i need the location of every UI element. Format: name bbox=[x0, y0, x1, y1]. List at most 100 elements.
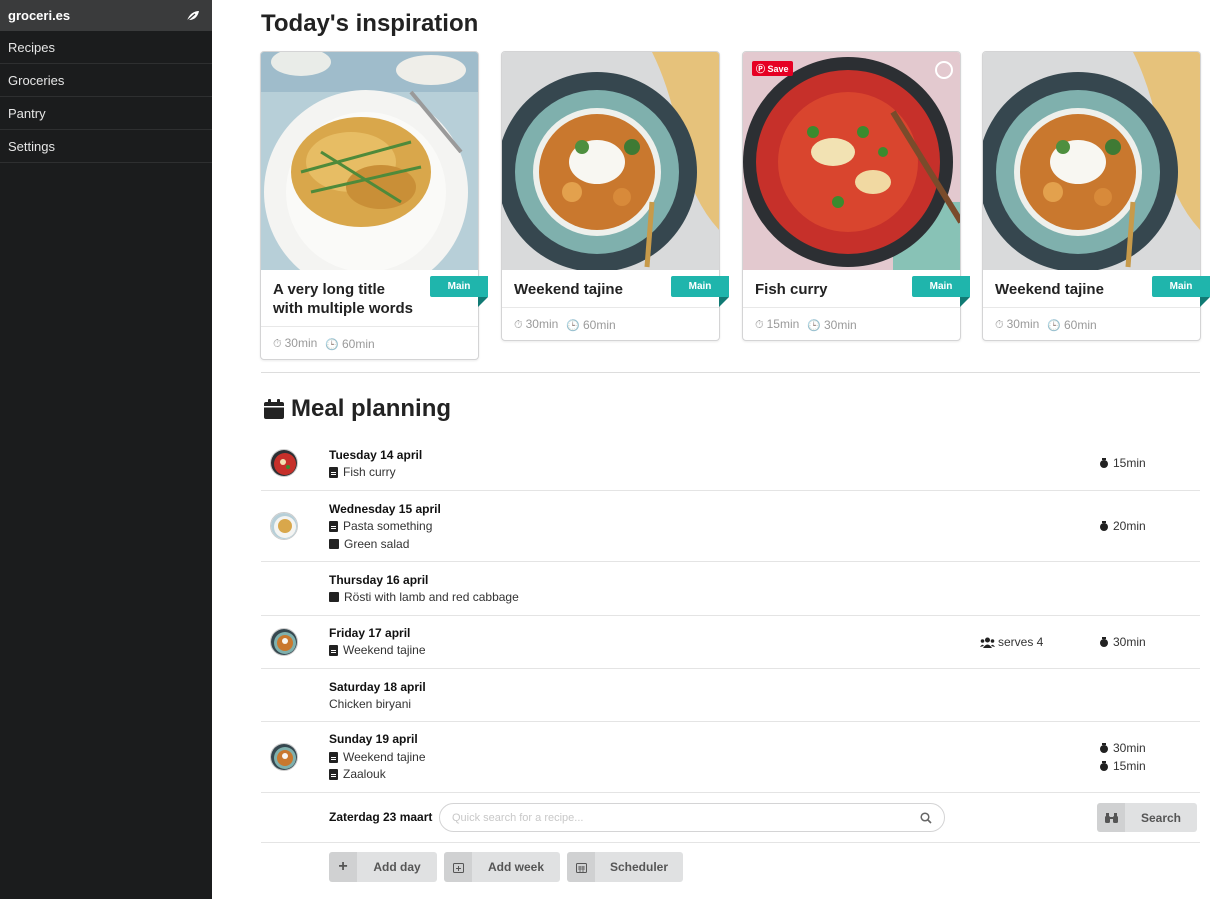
sidebar-item-label: Recipes bbox=[8, 39, 55, 55]
plan-dish[interactable]: Zaalouk bbox=[329, 767, 386, 781]
dish-name: Fish curry bbox=[343, 465, 396, 479]
plan-day: Sunday 19 april bbox=[329, 732, 418, 746]
plan-dish[interactable]: Weekend tajine bbox=[329, 643, 426, 657]
recipe-card[interactable]: A very long title with multiple words Ma… bbox=[260, 51, 488, 360]
dish-name: Zaalouk bbox=[343, 767, 386, 781]
recipe-image bbox=[983, 52, 1200, 270]
recipe-card[interactable]: Ⓟ Save Fish curry Main ⏱ 15min 🕒 30min bbox=[742, 51, 970, 341]
sidebar: groceri.es Recipes Groceries Pantry Sett… bbox=[0, 0, 212, 899]
clock-icon: 🕒 bbox=[807, 319, 821, 332]
users-icon bbox=[980, 637, 995, 648]
binoculars-icon bbox=[1097, 803, 1125, 832]
plan-dish[interactable]: Green salad bbox=[329, 537, 409, 551]
sidebar-item-label: Groceries bbox=[8, 72, 65, 88]
prep-time: 15min bbox=[766, 317, 800, 331]
recipe-card[interactable]: Weekend tajine Main ⏱ 30min 🕒 60min bbox=[501, 51, 729, 341]
time-value: 30min bbox=[1113, 741, 1146, 755]
recipe-doc-icon bbox=[329, 644, 338, 656]
stopwatch-icon bbox=[1099, 742, 1109, 754]
add-day-label: Add day bbox=[373, 860, 421, 874]
plan-day: Saturday 18 april bbox=[329, 680, 426, 694]
stopwatch-icon: ⏱ bbox=[514, 319, 523, 331]
meal-plan-row[interactable]: Tuesday 14 april Fish curry 15min bbox=[261, 437, 1200, 491]
course-ribbon: Main bbox=[671, 276, 729, 307]
brand[interactable]: groceri.es bbox=[0, 0, 212, 31]
recipe-doc-icon bbox=[329, 751, 338, 763]
meal-planning-title: Meal planning bbox=[291, 395, 452, 422]
sidebar-item-groceries[interactable]: Groceries bbox=[0, 64, 212, 97]
serves-value: serves 4 bbox=[998, 635, 1044, 649]
add-day-button[interactable]: + Add day bbox=[329, 852, 437, 882]
recipe-card-body: A very long title with multiple words Ma… bbox=[261, 270, 488, 327]
add-week-button[interactable]: Add week bbox=[444, 852, 560, 882]
visual-search-icon[interactable] bbox=[935, 61, 953, 79]
recipe-meta: ⏱ 15min 🕒 30min bbox=[743, 308, 960, 341]
sidebar-item-label: Settings bbox=[8, 138, 55, 154]
plan-dish[interactable]: Rösti with lamb and red cabbage bbox=[329, 590, 519, 604]
pinterest-save-button[interactable]: Ⓟ Save bbox=[752, 61, 793, 76]
recipe-meta: ⏱ 30min 🕒 60min bbox=[261, 327, 478, 360]
recipe-card-body: Weekend tajine Main bbox=[502, 270, 729, 308]
plan-day: Zaterdag 23 maart bbox=[329, 810, 433, 824]
scheduler-label: Scheduler bbox=[609, 860, 669, 874]
time-value: 30min bbox=[1113, 635, 1146, 649]
prep-time: 30min bbox=[525, 317, 559, 331]
dish-name: Pasta something bbox=[343, 519, 433, 533]
stopwatch-icon bbox=[1099, 760, 1109, 772]
leaf-icon bbox=[186, 10, 199, 21]
stopwatch-icon: ⏱ bbox=[273, 338, 282, 350]
sidebar-item-label: Pantry bbox=[8, 105, 46, 121]
plan-time: 30min bbox=[1099, 635, 1146, 649]
recipe-card-body: Weekend tajine Main bbox=[983, 270, 1210, 308]
clock-icon: 🕒 bbox=[566, 319, 580, 332]
section-divider bbox=[261, 372, 1200, 373]
prep-time: 30min bbox=[1006, 317, 1040, 331]
plus-icon: + bbox=[329, 852, 357, 882]
inspiration-cards: A very long title with multiple words Ma… bbox=[260, 51, 1210, 371]
plan-day: Tuesday 14 april bbox=[329, 448, 423, 462]
dish-name: Chicken biryani bbox=[329, 697, 412, 711]
meal-plan-row[interactable]: Saturday 18 april Chicken biryani bbox=[261, 669, 1200, 722]
calendar-icon bbox=[567, 852, 595, 882]
sidebar-item-settings[interactable]: Settings bbox=[0, 130, 212, 163]
recipe-thumbnail bbox=[270, 512, 298, 540]
plan-dish[interactable]: Weekend tajine bbox=[329, 750, 426, 764]
meal-plan-row[interactable]: Wednesday 15 april Pasta something Green… bbox=[261, 491, 1200, 562]
sidebar-item-pantry[interactable]: Pantry bbox=[0, 97, 212, 130]
stopwatch-icon bbox=[1099, 520, 1109, 532]
recipe-meta: ⏱ 30min 🕒 60min bbox=[983, 308, 1200, 341]
total-time: 60min bbox=[582, 317, 616, 332]
search-placeholder: Quick search for a recipe... bbox=[452, 811, 584, 824]
meal-plan-row[interactable]: Sunday 19 april Weekend tajine Zaalouk 3… bbox=[261, 722, 1200, 793]
plan-dish[interactable]: Chicken biryani bbox=[329, 697, 411, 711]
recipe-search-input[interactable]: Quick search for a recipe... bbox=[439, 803, 945, 832]
recipe-image: Ⓟ Save bbox=[743, 52, 960, 270]
search-icon bbox=[920, 811, 932, 824]
plan-time: 15min bbox=[1099, 759, 1146, 773]
recipe-card[interactable]: Weekend tajine Main ⏱ 30min 🕒 60min bbox=[982, 51, 1210, 341]
dish-name: Rösti with lamb and red cabbage bbox=[344, 590, 519, 604]
recipe-thumbnail bbox=[270, 449, 298, 477]
recipe-doc-icon bbox=[329, 768, 338, 780]
plan-dish[interactable]: Fish curry bbox=[329, 465, 396, 479]
meal-plan-row[interactable]: Thursday 16 april Rösti with lamb and re… bbox=[261, 562, 1200, 616]
recipe-image bbox=[261, 52, 478, 270]
total-time: 60min bbox=[341, 336, 375, 351]
scheduler-button[interactable]: Scheduler bbox=[567, 852, 683, 882]
search-button-label: Search bbox=[1140, 810, 1182, 825]
add-week-label: Add week bbox=[487, 860, 544, 874]
recipe-thumbnail bbox=[270, 628, 298, 656]
add-recipe-row: Zaterdag 23 maart Quick search for a rec… bbox=[261, 792, 1200, 843]
sidebar-item-recipes[interactable]: Recipes bbox=[0, 31, 212, 64]
dish-name: Weekend tajine bbox=[343, 643, 426, 657]
calendar-plus-icon bbox=[444, 852, 472, 882]
stopwatch-icon: ⏱ bbox=[755, 319, 764, 331]
meal-plan-row[interactable]: Friday 17 april Weekend tajine serves 4 … bbox=[261, 616, 1200, 669]
stopwatch-icon bbox=[1099, 636, 1109, 648]
plan-dish[interactable]: Pasta something bbox=[329, 519, 432, 533]
search-button[interactable]: Search bbox=[1097, 803, 1197, 832]
recipe-doc-icon bbox=[329, 466, 338, 478]
inspiration-title: Today's inspiration bbox=[261, 10, 479, 37]
plan-actions: + Add day Add week Scheduler bbox=[329, 852, 683, 882]
plan-day: Wednesday 15 april bbox=[329, 502, 441, 516]
